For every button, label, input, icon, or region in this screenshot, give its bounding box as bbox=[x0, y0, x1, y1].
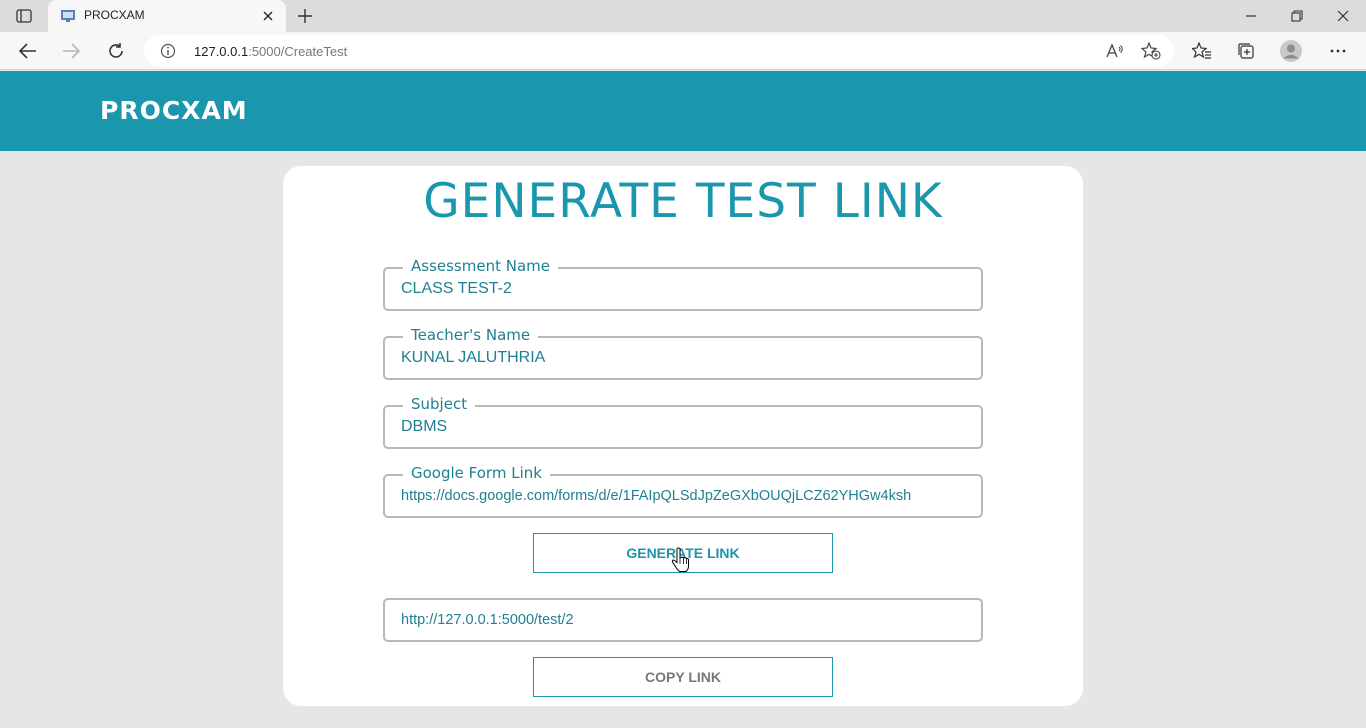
google-form-link-input[interactable]: https://docs.google.com/forms/d/e/1FAIpQ… bbox=[401, 488, 977, 504]
forward-icon[interactable] bbox=[56, 36, 86, 66]
subject-field[interactable]: Subject DBMS bbox=[383, 395, 983, 449]
url-path: :5000/CreateTest bbox=[248, 44, 348, 59]
google-form-link-field[interactable]: Google Form Link https://docs.google.com… bbox=[383, 464, 983, 518]
favicon-icon bbox=[60, 8, 76, 24]
url-host: 127.0.0.1 bbox=[194, 44, 249, 59]
tab-actions-icon[interactable] bbox=[8, 5, 40, 27]
browser-tab[interactable]: PROCXAM bbox=[48, 0, 286, 32]
subject-label: Subject bbox=[403, 395, 476, 413]
collections-icon[interactable] bbox=[1231, 36, 1261, 66]
copy-link-button[interactable]: COPY LINK bbox=[533, 657, 833, 697]
info-icon[interactable] bbox=[160, 43, 176, 59]
tab-title: PROCXAM bbox=[84, 8, 145, 22]
close-icon[interactable] bbox=[258, 6, 278, 26]
browser-toolbar: 127.0.0.1:5000/CreateTest bbox=[0, 32, 1366, 70]
generated-link-field[interactable]: http://127.0.0.1:5000/test/2 bbox=[383, 598, 983, 642]
browser-tab-bar: PROCXAM bbox=[0, 0, 1366, 32]
read-aloud-icon[interactable] bbox=[1104, 41, 1126, 61]
generated-link-output[interactable]: http://127.0.0.1:5000/test/2 bbox=[401, 612, 977, 628]
url-text[interactable]: 127.0.0.1:5000/CreateTest bbox=[194, 44, 347, 59]
more-icon[interactable] bbox=[1323, 36, 1353, 66]
google-form-link-label: Google Form Link bbox=[403, 464, 550, 482]
page-title: GENERATE TEST LINK bbox=[423, 174, 943, 229]
main-content: GENERATE TEST LINK Assessment Name CLASS… bbox=[0, 151, 1366, 728]
refresh-icon[interactable] bbox=[101, 36, 131, 66]
hand-cursor-icon bbox=[671, 547, 689, 572]
address-bar[interactable]: 127.0.0.1:5000/CreateTest bbox=[144, 35, 1174, 67]
site-header: PROCXAM bbox=[0, 71, 1366, 151]
assessment-name-label: Assessment Name bbox=[403, 257, 558, 275]
create-test-card: GENERATE TEST LINK Assessment Name CLASS… bbox=[283, 166, 1083, 706]
back-icon[interactable] bbox=[13, 36, 43, 66]
plus-icon[interactable] bbox=[294, 5, 316, 27]
teacher-name-field[interactable]: Teacher's Name KUNAL JALUTHRIA bbox=[383, 326, 983, 380]
minimize-icon[interactable] bbox=[1228, 0, 1274, 32]
close-window-icon[interactable] bbox=[1320, 0, 1366, 32]
add-favorite-icon[interactable] bbox=[1140, 41, 1162, 61]
favorites-icon[interactable] bbox=[1187, 36, 1217, 66]
teacher-name-label: Teacher's Name bbox=[403, 326, 539, 344]
profile-icon[interactable] bbox=[1276, 36, 1306, 66]
restore-icon[interactable] bbox=[1274, 0, 1320, 32]
site-logo[interactable]: PROCXAM bbox=[100, 96, 248, 125]
assessment-name-input[interactable]: CLASS TEST-2 bbox=[401, 280, 977, 298]
subject-input[interactable]: DBMS bbox=[401, 418, 977, 436]
assessment-name-field[interactable]: Assessment Name CLASS TEST-2 bbox=[383, 257, 983, 311]
teacher-name-input[interactable]: KUNAL JALUTHRIA bbox=[401, 349, 977, 367]
